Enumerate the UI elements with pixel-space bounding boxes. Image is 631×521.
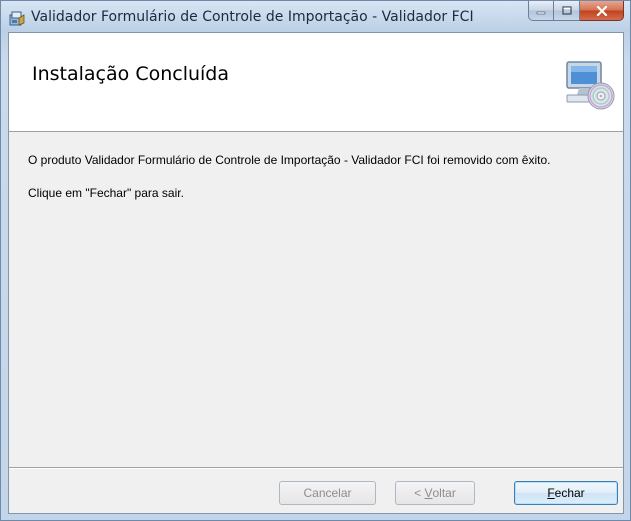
maximize-icon xyxy=(561,5,572,15)
dialog-client-area: Instalação Concluída O produto Validador… xyxy=(8,32,624,514)
installer-window: Validador Formulário de Controle de Impo… xyxy=(0,0,631,521)
minimize-icon xyxy=(536,11,546,14)
close-button-mnemonic: F xyxy=(547,486,555,500)
window-title: Validador Formulário de Controle de Impo… xyxy=(31,9,474,25)
maximize-button[interactable] xyxy=(554,1,580,21)
installer-icon xyxy=(9,11,25,26)
window-controls xyxy=(528,1,624,21)
finish-close-button[interactable]: Fechar xyxy=(514,481,618,505)
title-bar[interactable]: Validador Formulário de Controle de Impo… xyxy=(1,1,630,33)
minimize-button[interactable] xyxy=(528,1,554,21)
back-button[interactable]: < Voltar xyxy=(395,481,475,505)
page-title: Instalação Concluída xyxy=(32,63,229,85)
header-banner: Instalação Concluída xyxy=(9,33,623,132)
back-button-prefix: < xyxy=(414,486,425,500)
computer-cd-icon xyxy=(566,61,615,110)
cancel-button[interactable]: Cancelar xyxy=(279,481,376,505)
close-icon xyxy=(596,5,607,16)
close-button-label: echar xyxy=(554,486,585,500)
back-button-label: oltar xyxy=(432,486,456,500)
removal-success-message: O produto Validador Formulário de Contro… xyxy=(28,153,551,167)
back-button-mnemonic: V xyxy=(424,486,433,500)
close-window-button[interactable] xyxy=(580,1,624,21)
footer-divider xyxy=(9,467,623,469)
exit-instruction: Clique em "Fechar" para sair. xyxy=(28,186,184,200)
